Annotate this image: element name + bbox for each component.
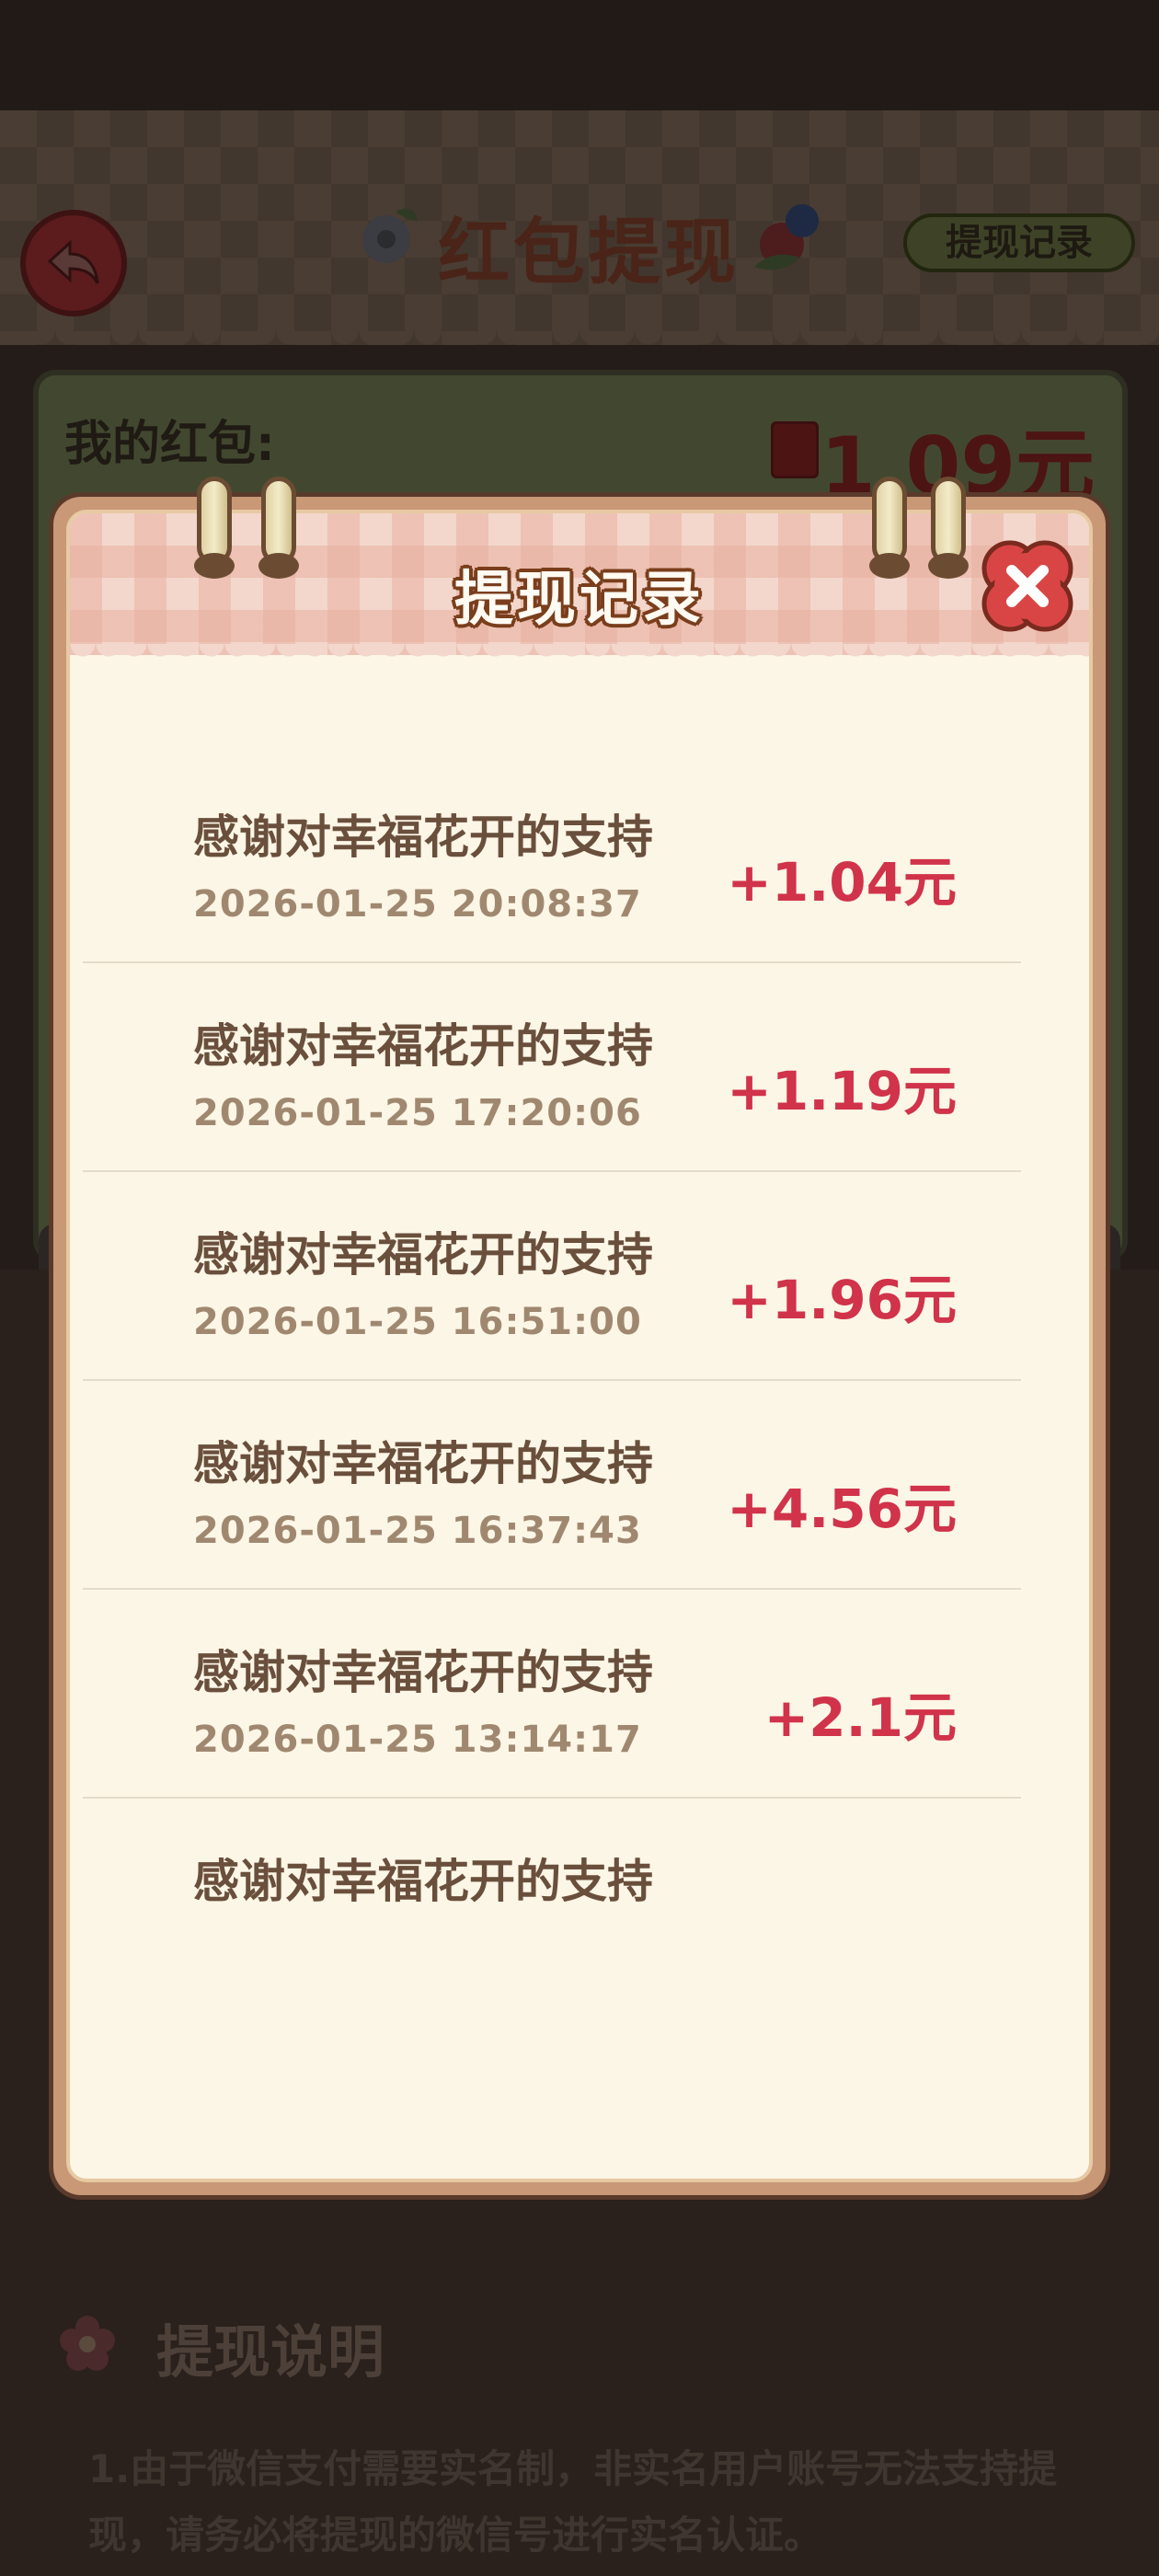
modal-header-scallop bbox=[70, 644, 1089, 670]
flower-icon bbox=[60, 2316, 115, 2371]
records-list[interactable]: 感谢对幸福花开的支持 2026-01-25 20:08:37 +1.04元 感谢… bbox=[83, 754, 1021, 1932]
withdrawal-records-button[interactable]: 提现记录 bbox=[903, 213, 1135, 272]
close-icon bbox=[981, 540, 1073, 632]
binder-ring-icon bbox=[258, 477, 299, 579]
record-row: 感谢对幸福花开的支持 2026-01-25 20:08:37 +1.04元 bbox=[83, 754, 1021, 963]
record-description: 感谢对幸福花开的支持 bbox=[193, 1228, 653, 1282]
record-row: 感谢对幸福花开的支持 2026-01-25 16:37:43 +4.56元 bbox=[83, 1381, 1021, 1590]
record-time: 2026-01-25 16:51:00 bbox=[193, 1301, 642, 1343]
record-description: 感谢对幸福花开的支持 bbox=[193, 1019, 653, 1073]
instructions-title: 提现说明 bbox=[156, 2318, 385, 2386]
record-description: 感谢对幸福花开的支持 bbox=[193, 811, 653, 864]
back-button[interactable] bbox=[20, 210, 127, 316]
record-row: 感谢对幸福花开的支持 bbox=[83, 1799, 1021, 1932]
record-description: 感谢对幸福花开的支持 bbox=[193, 1646, 653, 1699]
record-row: 感谢对幸福花开的支持 2026-01-25 16:51:00 +1.96元 bbox=[83, 1172, 1021, 1381]
binder-ring-icon bbox=[869, 477, 910, 579]
record-amount: +2.1元 bbox=[763, 1686, 957, 1749]
page-title: 红包提现 bbox=[437, 212, 740, 294]
record-amount: +4.56元 bbox=[727, 1478, 957, 1540]
record-time: 2026-01-25 17:20:06 bbox=[193, 1092, 642, 1134]
record-amount: +1.04元 bbox=[727, 851, 957, 914]
red-envelope-icon bbox=[771, 421, 819, 478]
record-amount: +1.96元 bbox=[727, 1269, 957, 1331]
flower-decoration-icon bbox=[754, 204, 819, 270]
header-scallop-edge bbox=[0, 331, 1159, 359]
record-time: 2026-01-25 13:14:17 bbox=[193, 1719, 642, 1761]
instructions-text: 1.由于微信支付需要实名制，非实名用户账号无法支持提现，请务必将提现的微信号进行… bbox=[88, 2446, 1058, 2558]
record-description: 感谢对幸福花开的支持 bbox=[193, 1855, 653, 1908]
record-description: 感谢对幸福花开的支持 bbox=[193, 1437, 653, 1490]
record-row: 感谢对幸福花开的支持 2026-01-25 13:14:17 +2.1元 bbox=[83, 1590, 1021, 1799]
record-amount: +1.19元 bbox=[727, 1060, 957, 1122]
wallet-label: 我的红包: bbox=[64, 417, 275, 472]
back-arrow-icon bbox=[47, 239, 99, 284]
record-time: 2026-01-25 16:37:43 bbox=[193, 1510, 642, 1552]
record-row: 感谢对幸福花开的支持 2026-01-25 17:20:06 +1.19元 bbox=[83, 963, 1021, 1172]
binder-ring-icon bbox=[194, 477, 235, 579]
page: 红包提现 提现记录 我的红包: 1.09元 提现说明 1.由于微信支付需要实名制… bbox=[0, 0, 1159, 2576]
binder-ring-icon bbox=[928, 477, 969, 579]
record-time: 2026-01-25 20:08:37 bbox=[193, 883, 642, 926]
close-button[interactable] bbox=[977, 535, 1078, 637]
status-bar bbox=[0, 0, 1159, 110]
page-title-banner: 红包提现 bbox=[350, 175, 828, 304]
